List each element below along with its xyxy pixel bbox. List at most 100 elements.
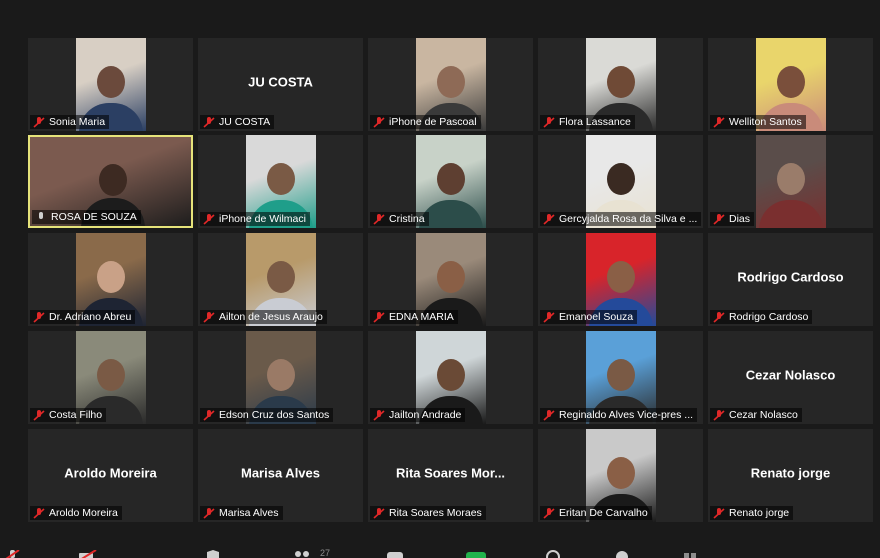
participant-name-label: Flora Lassance	[540, 115, 635, 129]
participant-name: Marisa Alves	[219, 507, 279, 519]
participant-name-label: ROSA DE SOUZA	[32, 210, 141, 224]
participant-name: Welliton Santos	[729, 116, 802, 128]
participant-name-label: Welliton Santos	[710, 115, 806, 129]
participant-name-label: Jailton Andrade	[370, 408, 466, 422]
microphone-muted-icon	[543, 213, 555, 225]
share-screen-icon	[466, 552, 486, 558]
microphone-muted-icon	[373, 507, 385, 519]
participant-display-name: JU COSTA	[248, 74, 313, 89]
participant-name: EDNA MARIA	[389, 311, 454, 323]
participant-face	[606, 162, 635, 195]
participant-tile[interactable]: Rodrigo Cardoso Rodrigo Cardoso	[708, 233, 873, 326]
participant-tile[interactable]: Gercyjalda Rosa da Silva e ...	[538, 135, 703, 228]
stop-video-button[interactable]	[78, 550, 100, 558]
participant-display-name: Rodrigo Cardoso	[737, 269, 844, 284]
participant-face	[96, 358, 125, 391]
microphone-muted-icon	[373, 213, 385, 225]
participant-name: Gercyjalda Rosa da Silva e ...	[559, 213, 698, 225]
mute-button[interactable]	[4, 550, 26, 558]
microphone-muted-icon	[33, 409, 45, 421]
microphone-muted-icon	[713, 507, 725, 519]
participant-tile[interactable]: iPhone de Pascoal	[368, 38, 533, 131]
participant-face	[96, 260, 125, 293]
participant-face	[606, 456, 635, 489]
microphone-muted-icon	[33, 507, 45, 519]
microphone-muted-icon	[33, 116, 45, 128]
participants-button[interactable]	[292, 550, 314, 558]
participant-tile[interactable]: Ailton de Jesus Araujo	[198, 233, 363, 326]
participant-tile[interactable]: Dr. Adriano Abreu	[28, 233, 193, 326]
participant-name-label: iPhone de Pascoal	[370, 115, 481, 129]
reactions-button[interactable]	[614, 550, 636, 558]
participant-tile[interactable]: Sonia Maria	[28, 38, 193, 131]
participant-tile[interactable]: Marisa Alves Marisa Alves	[198, 429, 363, 522]
participant-name: iPhone de Wilmaci	[219, 213, 306, 225]
participant-tile[interactable]: Jailton Andrade	[368, 331, 533, 424]
participant-tile[interactable]: JU COSTA JU COSTA	[198, 38, 363, 131]
participant-display-name: Cezar Nolasco	[745, 367, 836, 382]
participant-name-label: JU COSTA	[200, 115, 275, 129]
participant-name: Emanoel Souza	[559, 311, 634, 323]
participant-name-label: Dias	[710, 212, 755, 226]
participant-tile[interactable]: Reginaldo Alves Vice-pres ...	[538, 331, 703, 424]
participant-name-label: Aroldo Moreira	[30, 506, 122, 520]
participant-tile[interactable]: Aroldo Moreira Aroldo Moreira	[28, 429, 193, 522]
microphone-icon	[39, 211, 43, 219]
microphone-muted-icon	[373, 311, 385, 323]
participant-name: Flora Lassance	[559, 116, 631, 128]
participant-body	[758, 200, 823, 228]
participant-name: Edson Cruz dos Santos	[219, 409, 330, 421]
participant-tile[interactable]: Eritan De Carvalho	[538, 429, 703, 522]
participant-name-label: Dr. Adriano Abreu	[30, 310, 136, 324]
participant-tile[interactable]: EDNA MARIA	[368, 233, 533, 326]
participant-name-label: EDNA MARIA	[370, 310, 458, 324]
microphone-muted-icon	[543, 409, 555, 421]
participant-face	[266, 162, 295, 195]
participant-face	[606, 358, 635, 391]
participant-name: Reginaldo Alves Vice-pres ...	[559, 409, 694, 421]
participant-tile[interactable]: ROSA DE SOUZA	[28, 135, 193, 228]
participant-tile[interactable]: Renato jorge Renato jorge	[708, 429, 873, 522]
participant-name: Jailton Andrade	[389, 409, 462, 421]
participant-tile[interactable]: Cristina	[368, 135, 533, 228]
microphone-muted-icon	[373, 409, 385, 421]
share-screen-button[interactable]	[466, 550, 488, 558]
participants-icon	[295, 551, 309, 557]
participant-tile[interactable]: Flora Lassance	[538, 38, 703, 131]
smiley-icon	[616, 551, 628, 558]
apps-button[interactable]	[682, 550, 704, 558]
participant-name: Cezar Nolasco	[729, 409, 798, 421]
apps-icon	[684, 553, 696, 558]
participant-name: Dias	[729, 213, 751, 225]
participant-face	[436, 162, 465, 195]
microphone-muted-icon	[713, 213, 725, 225]
participant-face	[776, 65, 805, 98]
participant-name-label: Cristina	[370, 212, 429, 226]
participant-name: Costa Filho	[49, 409, 103, 421]
participant-name-label: Ailton de Jesus Araujo	[200, 310, 327, 324]
participant-display-name: Rita Soares Mor...	[395, 465, 506, 480]
participant-grid: Sonia Maria JU COSTA JU COSTA iPhone de Pas…	[0, 0, 880, 540]
chat-button[interactable]	[386, 550, 408, 558]
participant-name-label: Costa Filho	[30, 408, 107, 422]
participant-face	[606, 65, 635, 98]
meeting-toolbar: 27	[0, 546, 880, 558]
participant-name: Dr. Adriano Abreu	[49, 311, 132, 323]
participant-name: ROSA DE SOUZA	[51, 211, 137, 223]
participant-tile[interactable]: Cezar Nolasco Cezar Nolasco	[708, 331, 873, 424]
participant-name: Sonia Maria	[49, 116, 106, 128]
participant-tile[interactable]: Dias	[708, 135, 873, 228]
microphone-muted-icon	[203, 507, 215, 519]
participant-tile[interactable]: Emanoel Souza	[538, 233, 703, 326]
participant-tile[interactable]: Edson Cruz dos Santos	[198, 331, 363, 424]
participant-tile[interactable]: Rita Soares Mor... Rita Soares Moraes	[368, 429, 533, 522]
microphone-muted-icon	[543, 116, 555, 128]
participant-name: Rita Soares Moraes	[389, 507, 482, 519]
security-button[interactable]	[205, 550, 227, 558]
record-button[interactable]	[544, 550, 566, 558]
participant-tile[interactable]: iPhone de Wilmaci	[198, 135, 363, 228]
microphone-muted-icon	[543, 507, 555, 519]
participant-tile[interactable]: Costa Filho	[28, 331, 193, 424]
participant-face	[96, 65, 125, 98]
participant-tile[interactable]: Welliton Santos	[708, 38, 873, 131]
